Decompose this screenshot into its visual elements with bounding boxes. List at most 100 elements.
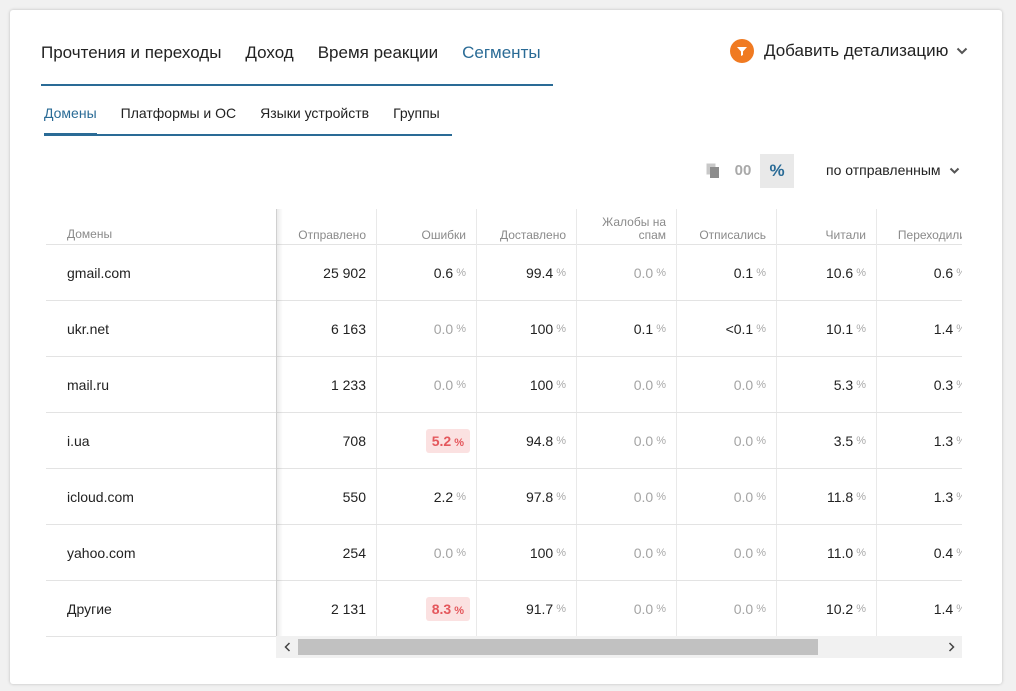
- cell-value: 1.3: [933, 488, 954, 505]
- cell-value: 254: [342, 544, 366, 561]
- table-cell-read: 10.1%: [777, 301, 877, 356]
- cell-unit: %: [956, 267, 962, 279]
- scroll-right-icon[interactable]: [940, 636, 962, 658]
- percent-values-toggle[interactable]: %: [760, 154, 794, 188]
- tab-reads-and-clicks[interactable]: Прочтения и переходы: [41, 43, 233, 84]
- cell-unit: %: [454, 436, 464, 449]
- table-cell-spam: 0.1%: [577, 301, 677, 356]
- tab-reaction-time[interactable]: Время реакции: [306, 43, 450, 84]
- scroll-left-icon[interactable]: [276, 636, 298, 658]
- cell-value: 0.0: [633, 488, 654, 505]
- scrollbar-thumb[interactable]: [298, 639, 818, 655]
- table-cell-delivered: 99.4%: [477, 245, 577, 300]
- table-cell-unsub: 0.1%: [677, 245, 777, 300]
- table-cell-spam: 0.0%: [577, 413, 677, 468]
- cell-unit: %: [856, 322, 866, 335]
- cell-unit: %: [756, 546, 766, 559]
- domain-column: Домены gmail.com ukr.net mail.ru i.ua icloud…: [46, 209, 276, 637]
- cell-unit: %: [956, 323, 962, 335]
- cell-unit: %: [856, 602, 866, 615]
- cell-unit: %: [556, 490, 566, 503]
- metrics-scroll-area[interactable]: Отправлено Ошибки Доставлено Жалобы на спам…: [276, 209, 962, 636]
- table-cell-errors: 8.3%: [377, 581, 477, 636]
- header-metric[interactable]: Переходили: [877, 209, 962, 245]
- cell-value: 708: [342, 432, 366, 449]
- table-cell-unsub: 0.0%: [677, 525, 777, 580]
- cell-value: 0.1: [733, 264, 754, 281]
- cell-value: 6 163: [330, 320, 366, 337]
- tab-segments[interactable]: Сегменты: [450, 43, 552, 84]
- table-cell-unsub: 0.0%: [677, 469, 777, 524]
- table-cell-sent: 550: [277, 469, 377, 524]
- table-cell-clicked: 0.3%: [877, 357, 962, 412]
- cell-value: 550: [342, 488, 366, 505]
- header-metric[interactable]: Ошибки: [377, 209, 477, 245]
- horizontal-scrollbar[interactable]: [276, 636, 962, 658]
- table-cell-sent: 25 902: [277, 245, 377, 300]
- table-cell-errors: 0.0%: [377, 357, 477, 412]
- cell-unit: %: [456, 490, 466, 503]
- cell-unit: %: [856, 434, 866, 447]
- sort-select-label: по отправленным: [826, 162, 941, 178]
- table-cell-read: 3.5%: [777, 413, 877, 468]
- table-cell-clicked: 1.3%: [877, 469, 962, 524]
- sort-select[interactable]: по отправленным: [826, 162, 960, 178]
- cell-unit: %: [756, 490, 766, 503]
- cell-unit: %: [656, 602, 666, 615]
- domains-table: Домены gmail.com ukr.net mail.ru i.ua icloud…: [46, 209, 962, 661]
- cell-value: <0.1: [725, 320, 754, 337]
- subtab-platforms-os[interactable]: Платформы и ОС: [109, 104, 249, 134]
- cell-unit: %: [756, 378, 766, 391]
- cell-unit: %: [556, 266, 566, 279]
- cell-unit: %: [656, 490, 666, 503]
- table-row-domain: icloud.com: [46, 469, 276, 525]
- header-metric[interactable]: Читали: [777, 209, 877, 245]
- header-metric[interactable]: Отписались: [677, 209, 777, 245]
- cell-value: 10.1: [825, 320, 854, 337]
- table-cell-sent: 254: [277, 525, 377, 580]
- cell-unit: %: [556, 434, 566, 447]
- table-row: 6 1630.0%100%0.1%<0.1%10.1%1.4%: [277, 301, 962, 357]
- cell-value: 0.0: [733, 600, 754, 617]
- cell-unit: %: [456, 266, 466, 279]
- cell-value: 10.2: [825, 600, 854, 617]
- view-controls: 00 %: [700, 154, 794, 188]
- subtab-domains[interactable]: Домены: [44, 104, 109, 136]
- cell-value: 100: [529, 376, 554, 393]
- cell-unit: %: [956, 379, 962, 391]
- add-drilldown-button[interactable]: Добавить детализацию: [730, 39, 968, 63]
- cell-unit: %: [956, 491, 962, 503]
- header-metric[interactable]: Доставлено: [477, 209, 577, 245]
- header-metric[interactable]: Отправлено: [277, 209, 377, 245]
- table-row: 5502.2%97.8%0.0%0.0%11.8%1.3%: [277, 469, 962, 525]
- cell-unit: %: [656, 322, 666, 335]
- header-metric[interactable]: Жалобы на спам: [577, 209, 677, 245]
- absolute-values-toggle[interactable]: 00: [726, 154, 760, 188]
- subtab-groups[interactable]: Группы: [381, 104, 452, 134]
- tab-income[interactable]: Доход: [233, 43, 305, 84]
- cell-unit: %: [656, 378, 666, 391]
- table-row: 7085.2%94.8%0.0%0.0%3.5%1.3%: [277, 413, 962, 469]
- table-row: 2 1318.3%91.7%0.0%0.0%10.2%1.4%: [277, 581, 962, 636]
- table-cell-delivered: 94.8%: [477, 413, 577, 468]
- cell-value: 5.2: [431, 432, 452, 449]
- table-row-domain: yahoo.com: [46, 525, 276, 581]
- table-cell-delivered: 97.8%: [477, 469, 577, 524]
- subtab-device-languages[interactable]: Языки устройств: [248, 104, 381, 134]
- cell-value: 94.8: [525, 432, 554, 449]
- table-cell-clicked: 0.4%: [877, 525, 962, 580]
- copy-icon[interactable]: [700, 154, 726, 188]
- cell-value: 2.2: [433, 488, 454, 505]
- main-tabs: Прочтения и переходы Доход Время реакции…: [41, 43, 553, 86]
- table-row-domain: gmail.com: [46, 245, 276, 301]
- table-cell-delivered: 91.7%: [477, 581, 577, 636]
- table-cell-sent: 2 131: [277, 581, 377, 636]
- error-highlight-badge: 8.3%: [425, 596, 470, 621]
- cell-unit: %: [756, 434, 766, 447]
- table-row-domain: Другие: [46, 581, 276, 637]
- table-cell-unsub: 0.0%: [677, 581, 777, 636]
- table-cell-unsub: 0.0%: [677, 357, 777, 412]
- scrollbar-track[interactable]: [298, 636, 940, 658]
- table-cell-delivered: 100%: [477, 301, 577, 356]
- table-cell-sent: 6 163: [277, 301, 377, 356]
